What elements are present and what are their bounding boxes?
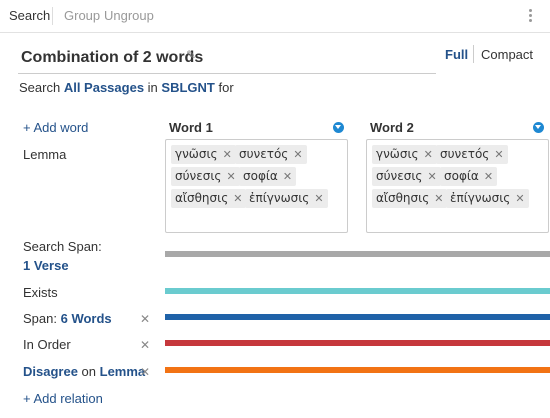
- relation-disagree-bar: [165, 367, 550, 373]
- remove-relation-icon[interactable]: ✕: [140, 338, 150, 352]
- lemma-tag: αἴσθησις ✕: [372, 189, 448, 208]
- remove-tag-icon[interactable]: ✕: [427, 170, 436, 183]
- search-prefix: Search: [19, 80, 61, 95]
- relation-in-order-label: In Order: [23, 337, 71, 352]
- in-text: in: [147, 80, 158, 95]
- lemma-tag: ἐπίγνωσις ✕: [446, 189, 529, 208]
- more-options-icon[interactable]: [527, 9, 533, 24]
- page-title: Combination of 2 words: [21, 49, 204, 66]
- remove-tag-icon[interactable]: ✕: [233, 192, 242, 205]
- relation-exists-bar: [165, 288, 550, 294]
- remove-tag-icon[interactable]: ✕: [434, 192, 443, 205]
- lemma-link[interactable]: Lemma: [100, 364, 146, 379]
- scope-link[interactable]: All Passages: [64, 80, 144, 95]
- ungroup-button[interactable]: Ungroup: [104, 0, 154, 32]
- add-word-link[interactable]: + Add word: [23, 120, 88, 135]
- relation-in-order-bar: [165, 340, 550, 346]
- remove-relation-icon[interactable]: ✕: [140, 365, 150, 379]
- remove-tag-icon[interactable]: ✕: [223, 148, 232, 161]
- lemma-label: Lemma: [23, 147, 67, 162]
- remove-tag-icon[interactable]: ✕: [226, 170, 235, 183]
- search-panel: Combination of 2 words ✎ Full Compact Se…: [0, 33, 550, 418]
- remove-tag-icon[interactable]: ✕: [515, 192, 524, 205]
- title-underline: [18, 73, 436, 74]
- lemma-tag: συνετός ✕: [235, 145, 307, 164]
- edit-title-icon[interactable]: ✎: [186, 48, 196, 62]
- bible-link[interactable]: SBLGNT: [161, 80, 214, 95]
- lemma-tag: συνετός ✕: [436, 145, 508, 164]
- word-1-lemma-box[interactable]: γνῶσις ✕ συνετός ✕ σύνεσις ✕ σοφία ✕ αἴσθησι…: [165, 139, 348, 233]
- remove-tag-icon[interactable]: ✕: [424, 148, 433, 161]
- view-divider: [473, 45, 474, 63]
- toolbar-divider: [52, 7, 53, 25]
- search-span-label: Search Span:: [23, 239, 102, 254]
- search-span-link[interactable]: 1 Verse: [23, 258, 69, 273]
- remove-tag-icon[interactable]: ✕: [283, 170, 292, 183]
- view-compact-link[interactable]: Compact: [481, 47, 533, 62]
- relation-span-label: Span: 6 Words: [23, 311, 112, 326]
- search-span-bar: [165, 251, 550, 257]
- remove-relation-icon[interactable]: ✕: [140, 312, 150, 326]
- lemma-tag: σύνεσις ✕: [171, 167, 240, 186]
- add-relation-link[interactable]: + Add relation: [23, 391, 103, 406]
- disagree-link[interactable]: Disagree: [23, 364, 78, 379]
- lemma-tag: σοφία ✕: [440, 167, 498, 186]
- word-2-lemma-box[interactable]: γνῶσις ✕ συνετός ✕ σύνεσις ✕ σοφία ✕ αἴσθησι…: [366, 139, 549, 233]
- relation-exists-label: Exists: [23, 285, 58, 300]
- view-full-link[interactable]: Full: [445, 47, 468, 62]
- tab-search[interactable]: Search: [9, 0, 50, 32]
- group-button[interactable]: Group: [64, 0, 100, 32]
- remove-tag-icon[interactable]: ✕: [494, 148, 503, 161]
- lemma-tag: γνῶσις ✕: [372, 145, 437, 164]
- for-text: for: [218, 80, 234, 95]
- word-1-heading: Word 1: [169, 120, 213, 135]
- relation-disagree-label: Disagree on Lemma: [23, 364, 146, 379]
- toolbar: Search Group Ungroup: [0, 0, 550, 33]
- lemma-tag: σοφία ✕: [239, 167, 297, 186]
- word-1-dropdown-icon[interactable]: [333, 122, 344, 133]
- search-scope-line: Search All Passages in SBLGNT for: [19, 80, 234, 95]
- lemma-tag: γνῶσις ✕: [171, 145, 236, 164]
- lemma-tag: σύνεσις ✕: [372, 167, 441, 186]
- lemma-tag: ἐπίγνωσις ✕: [245, 189, 328, 208]
- remove-tag-icon[interactable]: ✕: [484, 170, 493, 183]
- lemma-tag: αἴσθησις ✕: [171, 189, 247, 208]
- remove-tag-icon[interactable]: ✕: [293, 148, 302, 161]
- relation-span-bar: [165, 314, 550, 320]
- remove-tag-icon[interactable]: ✕: [314, 192, 323, 205]
- span-value-link[interactable]: 6 Words: [61, 311, 112, 326]
- word-2-dropdown-icon[interactable]: [533, 122, 544, 133]
- word-2-heading: Word 2: [370, 120, 414, 135]
